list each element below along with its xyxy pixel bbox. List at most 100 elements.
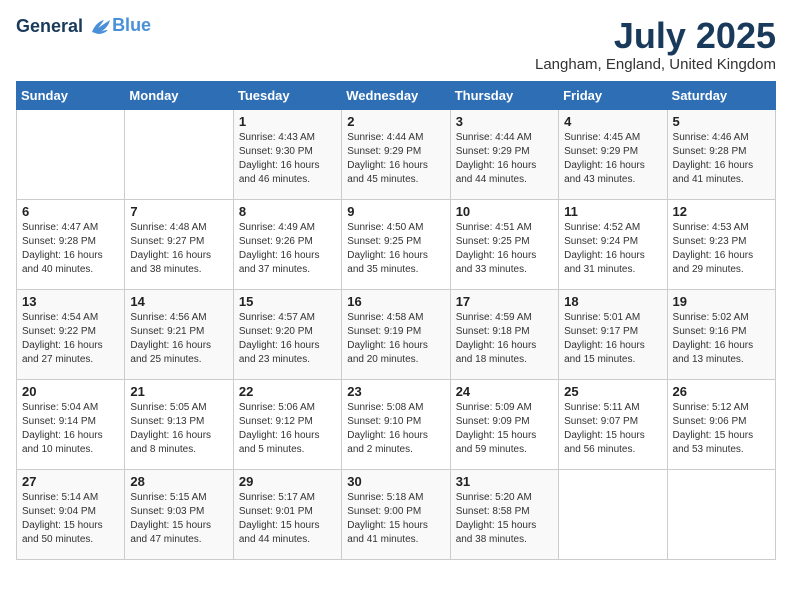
day-info: Sunrise: 5:18 AMSunset: 9:00 PMDaylight:… (347, 491, 444, 547)
month-title: July 2025 (535, 16, 776, 56)
day-info: Sunrise: 5:11 AMSunset: 9:07 PMDaylight:… (564, 401, 661, 457)
logo: General Blue (16, 16, 151, 37)
day-header: Friday (559, 81, 667, 109)
day-header: Monday (125, 81, 233, 109)
day-number: 25 (564, 384, 661, 399)
day-number: 9 (347, 204, 444, 219)
calendar-cell: 1 Sunrise: 4:43 AMSunset: 9:30 PMDaylight… (233, 109, 341, 199)
day-number: 6 (22, 204, 119, 219)
day-info: Sunrise: 4:44 AMSunset: 9:29 PMDaylight:… (456, 131, 553, 187)
calendar-cell (559, 469, 667, 559)
day-info: Sunrise: 4:54 AMSunset: 9:22 PMDaylight:… (22, 311, 119, 367)
day-number: 22 (239, 384, 336, 399)
day-info: Sunrise: 4:48 AMSunset: 9:27 PMDaylight:… (130, 221, 227, 277)
day-number: 24 (456, 384, 553, 399)
day-number: 26 (673, 384, 770, 399)
day-info: Sunrise: 5:09 AMSunset: 9:09 PMDaylight:… (456, 401, 553, 457)
calendar-cell: 12 Sunrise: 4:53 AMSunset: 9:23 PMDayligh… (667, 199, 775, 289)
calendar-cell: 16 Sunrise: 4:58 AMSunset: 9:19 PMDayligh… (342, 289, 450, 379)
title-block: July 2025 Langham, England, United Kingd… (535, 16, 776, 73)
day-info: Sunrise: 4:50 AMSunset: 9:25 PMDaylight:… (347, 221, 444, 277)
day-info: Sunrise: 4:52 AMSunset: 9:24 PMDaylight:… (564, 221, 661, 277)
calendar-cell: 27Sunrise: 5:14 AMSunset: 9:04 PMDayligh… (17, 469, 125, 559)
day-info: Sunrise: 5:17 AMSunset: 9:01 PMDaylight:… (239, 491, 336, 547)
day-number: 4 (564, 114, 661, 129)
calendar-cell: 23 Sunrise: 5:08 AMSunset: 9:10 PMDayligh… (342, 379, 450, 469)
calendar-cell: 2 Sunrise: 4:44 AMSunset: 9:29 PMDaylight… (342, 109, 450, 199)
calendar-cell: 10 Sunrise: 4:51 AMSunset: 9:25 PMDayligh… (450, 199, 558, 289)
calendar-cell: 29 Sunrise: 5:17 AMSunset: 9:01 PMDayligh… (233, 469, 341, 559)
calendar-week-row: 13 Sunrise: 4:54 AMSunset: 9:22 PMDayligh… (17, 289, 776, 379)
day-number: 18 (564, 294, 661, 309)
day-number: 5 (673, 114, 770, 129)
day-number: 29 (239, 474, 336, 489)
calendar-week-row: 6 Sunrise: 4:47 AMSunset: 9:28 PMDaylight… (17, 199, 776, 289)
day-number: 15 (239, 294, 336, 309)
calendar-cell: 24 Sunrise: 5:09 AMSunset: 9:09 PMDayligh… (450, 379, 558, 469)
day-number: 8 (239, 204, 336, 219)
day-number: 10 (456, 204, 553, 219)
calendar-cell: 26Sunrise: 5:12 AMSunset: 9:06 PMDayligh… (667, 379, 775, 469)
day-number: 14 (130, 294, 227, 309)
day-info: Sunrise: 4:45 AMSunset: 9:29 PMDaylight:… (564, 131, 661, 187)
day-info: Sunrise: 4:51 AMSunset: 9:25 PMDaylight:… (456, 221, 553, 277)
day-number: 27 (22, 474, 119, 489)
day-number: 31 (456, 474, 553, 489)
day-number: 13 (22, 294, 119, 309)
calendar-cell: 18Sunrise: 5:01 AMSunset: 9:17 PMDayligh… (559, 289, 667, 379)
calendar-table: SundayMondayTuesdayWednesdayThursdayFrid… (16, 81, 776, 560)
day-number: 21 (130, 384, 227, 399)
day-number: 16 (347, 294, 444, 309)
day-info: Sunrise: 4:58 AMSunset: 9:19 PMDaylight:… (347, 311, 444, 367)
calendar-cell: 5 Sunrise: 4:46 AMSunset: 9:28 PMDaylight… (667, 109, 775, 199)
calendar-cell: 13 Sunrise: 4:54 AMSunset: 9:22 PMDayligh… (17, 289, 125, 379)
day-info: Sunrise: 4:53 AMSunset: 9:23 PMDaylight:… (673, 221, 770, 277)
logo-line2: Blue (112, 15, 151, 35)
calendar-cell: 15 Sunrise: 4:57 AMSunset: 9:20 PMDayligh… (233, 289, 341, 379)
day-number: 19 (673, 294, 770, 309)
day-number: 7 (130, 204, 227, 219)
day-number: 3 (456, 114, 553, 129)
calendar-cell: 7 Sunrise: 4:48 AMSunset: 9:27 PMDaylight… (125, 199, 233, 289)
day-info: Sunrise: 4:44 AMSunset: 9:29 PMDaylight:… (347, 131, 444, 187)
day-info: Sunrise: 4:43 AMSunset: 9:30 PMDaylight:… (239, 131, 336, 187)
calendar-week-row: 20 Sunrise: 5:04 AMSunset: 9:14 PMDayligh… (17, 379, 776, 469)
day-info: Sunrise: 5:08 AMSunset: 9:10 PMDaylight:… (347, 401, 444, 457)
day-number: 2 (347, 114, 444, 129)
day-info: Sunrise: 4:57 AMSunset: 9:20 PMDaylight:… (239, 311, 336, 367)
calendar-cell: 22Sunrise: 5:06 AMSunset: 9:12 PMDayligh… (233, 379, 341, 469)
day-number: 12 (673, 204, 770, 219)
day-number: 23 (347, 384, 444, 399)
calendar-cell: 8Sunrise: 4:49 AMSunset: 9:26 PMDaylight… (233, 199, 341, 289)
calendar-cell (667, 469, 775, 559)
day-info: Sunrise: 5:20 AMSunset: 8:58 PMDaylight:… (456, 491, 553, 547)
day-number: 1 (239, 114, 336, 129)
calendar-cell: 19Sunrise: 5:02 AMSunset: 9:16 PMDayligh… (667, 289, 775, 379)
day-header: Tuesday (233, 81, 341, 109)
calendar-cell: 3 Sunrise: 4:44 AMSunset: 9:29 PMDaylight… (450, 109, 558, 199)
day-number: 20 (22, 384, 119, 399)
day-info: Sunrise: 5:04 AMSunset: 9:14 PMDaylight:… (22, 401, 119, 457)
day-number: 30 (347, 474, 444, 489)
day-info: Sunrise: 5:15 AMSunset: 9:03 PMDaylight:… (130, 491, 227, 547)
day-number: 11 (564, 204, 661, 219)
day-header: Thursday (450, 81, 558, 109)
calendar-cell: 25 Sunrise: 5:11 AMSunset: 9:07 PMDayligh… (559, 379, 667, 469)
calendar-cell: 14Sunrise: 4:56 AMSunset: 9:21 PMDayligh… (125, 289, 233, 379)
day-info: Sunrise: 4:46 AMSunset: 9:28 PMDaylight:… (673, 131, 770, 187)
calendar-cell (125, 109, 233, 199)
calendar-cell: 30 Sunrise: 5:18 AMSunset: 9:00 PMDayligh… (342, 469, 450, 559)
calendar-cell: 20 Sunrise: 5:04 AMSunset: 9:14 PMDayligh… (17, 379, 125, 469)
day-info: Sunrise: 4:47 AMSunset: 9:28 PMDaylight:… (22, 221, 119, 277)
logo-line1: General (16, 16, 83, 36)
calendar-cell: 9 Sunrise: 4:50 AMSunset: 9:25 PMDaylight… (342, 199, 450, 289)
calendar-week-row: 1 Sunrise: 4:43 AMSunset: 9:30 PMDaylight… (17, 109, 776, 199)
calendar-cell: 21 Sunrise: 5:05 AMSunset: 9:13 PMDayligh… (125, 379, 233, 469)
day-header: Saturday (667, 81, 775, 109)
logo-text: General Blue (16, 16, 151, 37)
logo-bird-icon (90, 18, 112, 36)
location-text: Langham, England, United Kingdom (535, 56, 776, 73)
calendar-cell: 28Sunrise: 5:15 AMSunset: 9:03 PMDayligh… (125, 469, 233, 559)
page-header: General Blue July 2025 Langham, England,… (16, 16, 776, 73)
day-info: Sunrise: 5:05 AMSunset: 9:13 PMDaylight:… (130, 401, 227, 457)
